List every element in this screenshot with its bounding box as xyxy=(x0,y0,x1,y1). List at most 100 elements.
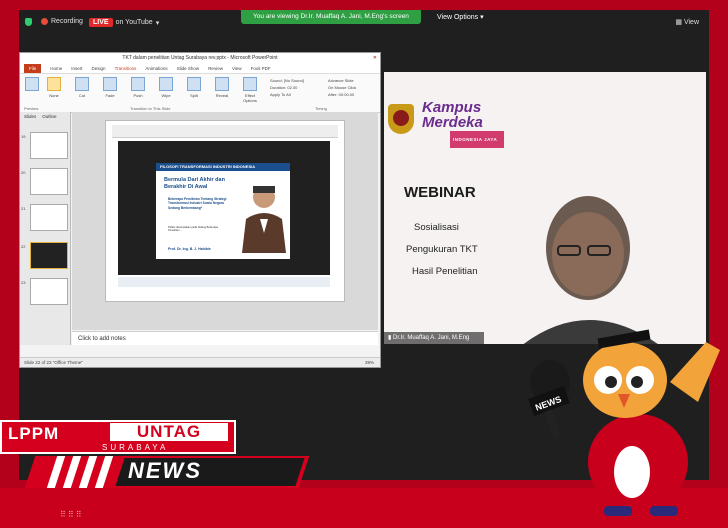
card-header: FILOSOFI TRANSFORMASI INDUSTRI INDONESIA xyxy=(156,163,290,171)
transition-none[interactable]: None xyxy=(44,77,64,98)
thumb-number: 21 xyxy=(21,206,26,211)
brand-tag: INDONESIA JAYA xyxy=(450,131,504,148)
wipe-icon xyxy=(159,77,173,91)
view-label: View xyxy=(683,19,699,26)
group-timing: Timing xyxy=(315,106,327,111)
slide-thumbnail-selected[interactable] xyxy=(30,242,68,269)
split-icon xyxy=(187,77,201,91)
apply-all-button[interactable]: Apply To All xyxy=(270,91,304,98)
none-icon xyxy=(47,77,61,91)
transition-wipe[interactable]: Wipe xyxy=(156,77,176,98)
brand-line2: Merdeka xyxy=(422,114,483,131)
view-options-label: View Options xyxy=(437,14,479,21)
preview-icon xyxy=(25,77,39,91)
tab-outline[interactable]: Outline xyxy=(42,114,56,119)
view-options-button[interactable]: View Options ▾ xyxy=(437,13,484,21)
chevron-down-icon: ▾ xyxy=(155,19,160,27)
slide-thumbnail[interactable] xyxy=(30,278,68,305)
ppt-ribbon-tabs: File Home Insert Design Transitions Anim… xyxy=(20,64,380,74)
transition-reveal[interactable]: Reveal xyxy=(212,77,232,98)
tab-slide-show[interactable]: Slide Show xyxy=(177,66,200,71)
tab-design[interactable]: Design xyxy=(92,66,106,71)
thumb-number: 20 xyxy=(21,170,26,175)
tab-insert[interactable]: Insert xyxy=(71,66,82,71)
live-stream-indicator[interactable]: LIVE on YouTube ▾ xyxy=(89,18,159,27)
tab-transitions[interactable]: Transitions xyxy=(115,66,137,71)
tab-view[interactable]: View xyxy=(232,66,242,71)
reveal-icon xyxy=(215,77,229,91)
transition-label: Fade xyxy=(105,93,115,98)
kampus-merdeka-logo: Kampus Merdeka INDONESIA JAYA xyxy=(422,100,504,148)
slide-thumbnail[interactable] xyxy=(30,132,68,159)
advance-label: Advance Slide xyxy=(328,78,354,83)
current-slide[interactable]: FILOSOFI TRANSFORMASI INDUSTRI INDONESIA… xyxy=(105,120,345,302)
tab-home[interactable]: Home xyxy=(50,66,62,71)
group-transition: Transition to This Slide xyxy=(130,106,171,111)
untag-text: UNTAG xyxy=(110,423,228,441)
windows-taskbar xyxy=(118,277,330,287)
ppt-statusbar: Slide 22 of 23 "Office Theme" 39% xyxy=(20,357,380,367)
tab-foxit-pdf[interactable]: Foxit PDF xyxy=(251,66,271,71)
card-quote: Bermula Dari Akhir dan Berakhir Di Awal xyxy=(164,177,225,190)
sound-select[interactable]: Sound: [No Sound] xyxy=(270,77,304,84)
on-click-checkbox[interactable]: On Mouse Click xyxy=(328,84,356,91)
recording-indicator[interactable]: Recording xyxy=(41,18,83,25)
effect-options-label: Effect Options xyxy=(243,93,257,103)
ppt-ribbon: None Cut Fade Push Wipe Split Reveal Eff… xyxy=(20,74,380,113)
transition-label: Cut xyxy=(78,93,86,98)
slide-thumbnail[interactable] xyxy=(30,204,68,231)
browser-bar xyxy=(112,125,338,138)
recording-label: Recording xyxy=(51,18,83,25)
slide-thumbnail[interactable] xyxy=(30,168,68,195)
transition-push[interactable]: Push xyxy=(128,77,148,98)
duration-field[interactable]: Duration: 02.00 xyxy=(270,84,304,91)
security-icon[interactable] xyxy=(25,18,32,26)
tab-animations[interactable]: Animations xyxy=(145,66,167,71)
lppm-text: LPPM xyxy=(8,424,60,443)
push-icon xyxy=(131,77,145,91)
ppt-title: TKT dalam penelitian Untag Surabaya rev.… xyxy=(122,55,278,61)
fade-icon xyxy=(103,77,117,91)
view-button[interactable]: ▦ View xyxy=(675,18,699,26)
zoom-level[interactable]: 39% xyxy=(365,358,374,368)
youtube-label: on YouTube xyxy=(115,19,153,26)
transition-label: Reveal xyxy=(215,93,229,98)
card-author: Prof. Dr. Ing. B. J. Habibie xyxy=(168,247,211,251)
transition-split[interactable]: Split xyxy=(184,77,204,98)
grid-icon: ▦ xyxy=(675,19,682,26)
habibie-portrait xyxy=(240,177,288,253)
close-icon[interactable]: ✕ xyxy=(373,53,377,64)
preview-button[interactable] xyxy=(22,77,42,93)
transition-label: Push xyxy=(133,93,143,98)
decorative-dots: ⠿⠿⠿ xyxy=(60,510,84,519)
after-field[interactable]: After: 00:00.00 xyxy=(328,91,356,98)
live-badge: LIVE xyxy=(89,18,113,27)
transition-label: Split xyxy=(190,93,198,98)
group-preview: Preview xyxy=(24,106,39,111)
thumb-number: 22 xyxy=(21,244,26,249)
record-icon xyxy=(41,18,48,25)
lppm-untag-logo: LPPM UNTAG SURABAYA xyxy=(0,420,236,454)
video-frame: FILOSOFI TRANSFORMASI INDUSTRI INDONESIA… xyxy=(118,141,330,275)
transition-fade[interactable]: Fade xyxy=(100,77,120,98)
transition-cut[interactable]: Cut xyxy=(72,77,92,98)
tab-file[interactable]: File xyxy=(24,64,42,73)
owl-mascot: NEWS xyxy=(528,329,720,516)
advance-options: Advance Slide On Mouse Click After: 00:0… xyxy=(328,77,356,98)
news-text: NEWS xyxy=(128,458,202,483)
webinar-line: Pengukuran TKT xyxy=(406,244,478,255)
ppt-titlebar: TKT dalam penelitian Untag Surabaya rev.… xyxy=(20,53,380,64)
signal-icon: ▮ xyxy=(388,335,392,341)
slide-count: Slide 22 of 23 "Office Theme" xyxy=(24,360,83,365)
speaker-name: Dr.Ir. Muaffaq A. Jani, M.Eng xyxy=(392,335,470,341)
cut-icon xyxy=(75,77,89,91)
screen-share-banner: You are viewing Dr.Ir. Muaffaq A. Jani, … xyxy=(241,10,421,24)
card-subtext: Beberapa Pemikiran Tentang Strategi Tran… xyxy=(168,197,227,210)
powerpoint-window: TKT dalam penelitian Untag Surabaya rev.… xyxy=(19,52,381,368)
notes-field[interactable]: Click to add notes xyxy=(72,331,378,345)
card-note: Pidato disampaikan pada Sidang Beberapa … xyxy=(168,226,218,233)
effect-options-icon xyxy=(243,77,257,91)
effect-options-button[interactable]: Effect Options xyxy=(238,77,262,103)
tab-slides[interactable]: Slides xyxy=(24,114,36,119)
tab-review[interactable]: Review xyxy=(208,66,223,71)
